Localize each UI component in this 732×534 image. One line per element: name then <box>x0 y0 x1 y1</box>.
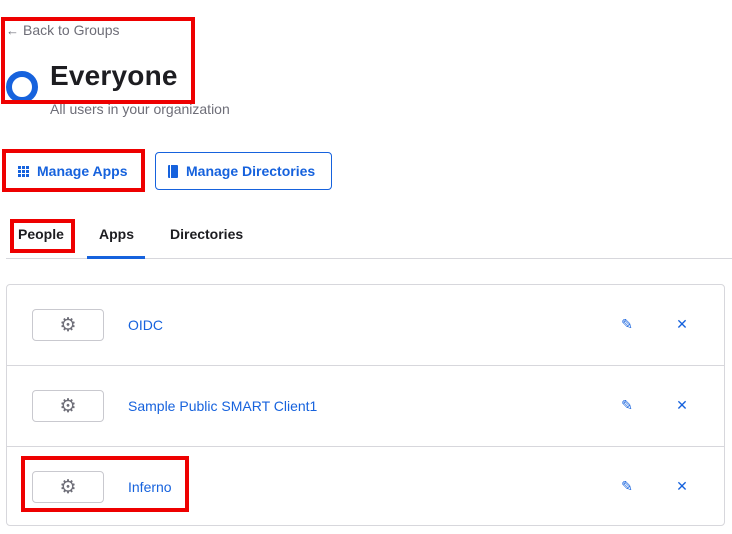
edit-icon[interactable]: ✎ <box>617 395 637 415</box>
manage-directories-label: Manage Directories <box>186 163 316 179</box>
list-item: ⚙ Sample Public SMART Client1 ✎ ✕ <box>7 366 724 447</box>
app-name-link[interactable]: OIDC <box>128 317 163 333</box>
active-tab-indicator <box>87 256 145 259</box>
app-logo: ⚙ <box>32 309 104 341</box>
edit-icon[interactable]: ✎ <box>617 476 637 496</box>
remove-icon[interactable]: ✕ <box>672 476 692 496</box>
tab-directories[interactable]: Directories <box>170 226 243 242</box>
annotation-box-manage-apps <box>2 149 145 192</box>
directory-icon <box>168 164 178 178</box>
remove-icon[interactable]: ✕ <box>672 314 692 334</box>
list-item: ⚙ OIDC ✎ ✕ <box>7 285 724 366</box>
annotation-box-people-tab <box>10 219 75 253</box>
manage-directories-button[interactable]: Manage Directories <box>155 152 332 190</box>
remove-icon[interactable]: ✕ <box>672 395 692 415</box>
gear-icon: ⚙ <box>59 395 77 417</box>
edit-icon[interactable]: ✎ <box>617 314 637 334</box>
tab-apps[interactable]: Apps <box>99 226 134 242</box>
gear-icon: ⚙ <box>59 314 77 336</box>
annotation-box-inferno <box>21 456 189 512</box>
app-name-link[interactable]: Sample Public SMART Client1 <box>128 398 317 414</box>
app-logo: ⚙ <box>32 390 104 422</box>
annotation-box-header <box>1 17 195 104</box>
